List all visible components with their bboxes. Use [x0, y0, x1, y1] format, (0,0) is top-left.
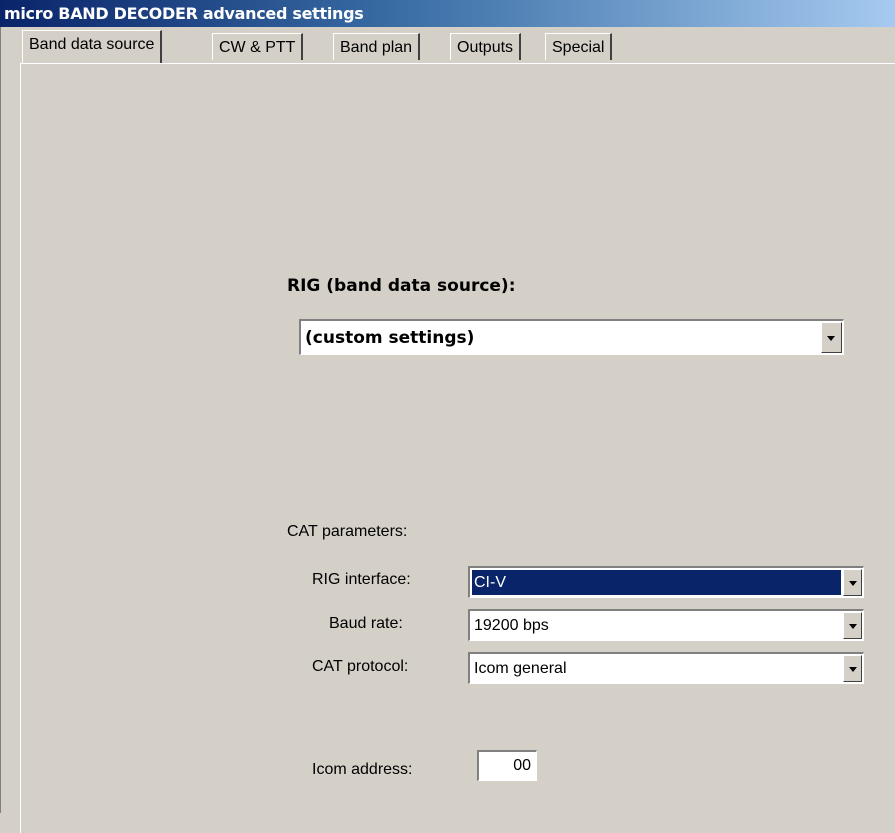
tab-band-data-source[interactable]: Band data source	[22, 30, 163, 63]
cat-protocol-label: CAT protocol:	[312, 658, 409, 675]
title-bar[interactable]: micro BAND DECODER advanced settings	[0, 0, 895, 27]
chevron-down-icon[interactable]	[843, 612, 862, 639]
baud-rate-select[interactable]: 19200 bps	[468, 609, 864, 641]
rig-interface-value: CI-V	[472, 570, 841, 595]
tab-special[interactable]: Special	[545, 33, 613, 60]
icom-address-input[interactable]: 00	[477, 750, 537, 781]
cat-protocol-select[interactable]: Icom general	[468, 652, 864, 684]
rig-source-select[interactable]: (custom settings)	[299, 319, 844, 355]
chevron-down-icon[interactable]	[821, 322, 842, 353]
baud-rate-label: Baud rate:	[329, 615, 403, 632]
rig-interface-label: RIG interface:	[312, 571, 411, 588]
tab-panel-band-data-source	[20, 63, 895, 833]
chevron-down-icon[interactable]	[843, 569, 862, 596]
rig-source-label: RIG (band data source):	[287, 276, 516, 296]
cat-parameters-header: CAT parameters:	[287, 523, 408, 540]
baud-rate-value: 19200 bps	[474, 616, 549, 634]
chevron-down-icon[interactable]	[843, 655, 862, 682]
window-title: micro BAND DECODER advanced settings	[4, 4, 364, 23]
rig-source-value: (custom settings)	[305, 327, 475, 348]
tab-outputs[interactable]: Outputs	[450, 33, 522, 60]
tab-band-plan[interactable]: Band plan	[333, 33, 421, 60]
tab-cw-ptt[interactable]: CW & PTT	[212, 33, 304, 60]
cat-protocol-value: Icom general	[474, 659, 567, 677]
icom-address-label: Icom address:	[312, 761, 413, 778]
rig-interface-select[interactable]: CI-V	[468, 566, 864, 598]
